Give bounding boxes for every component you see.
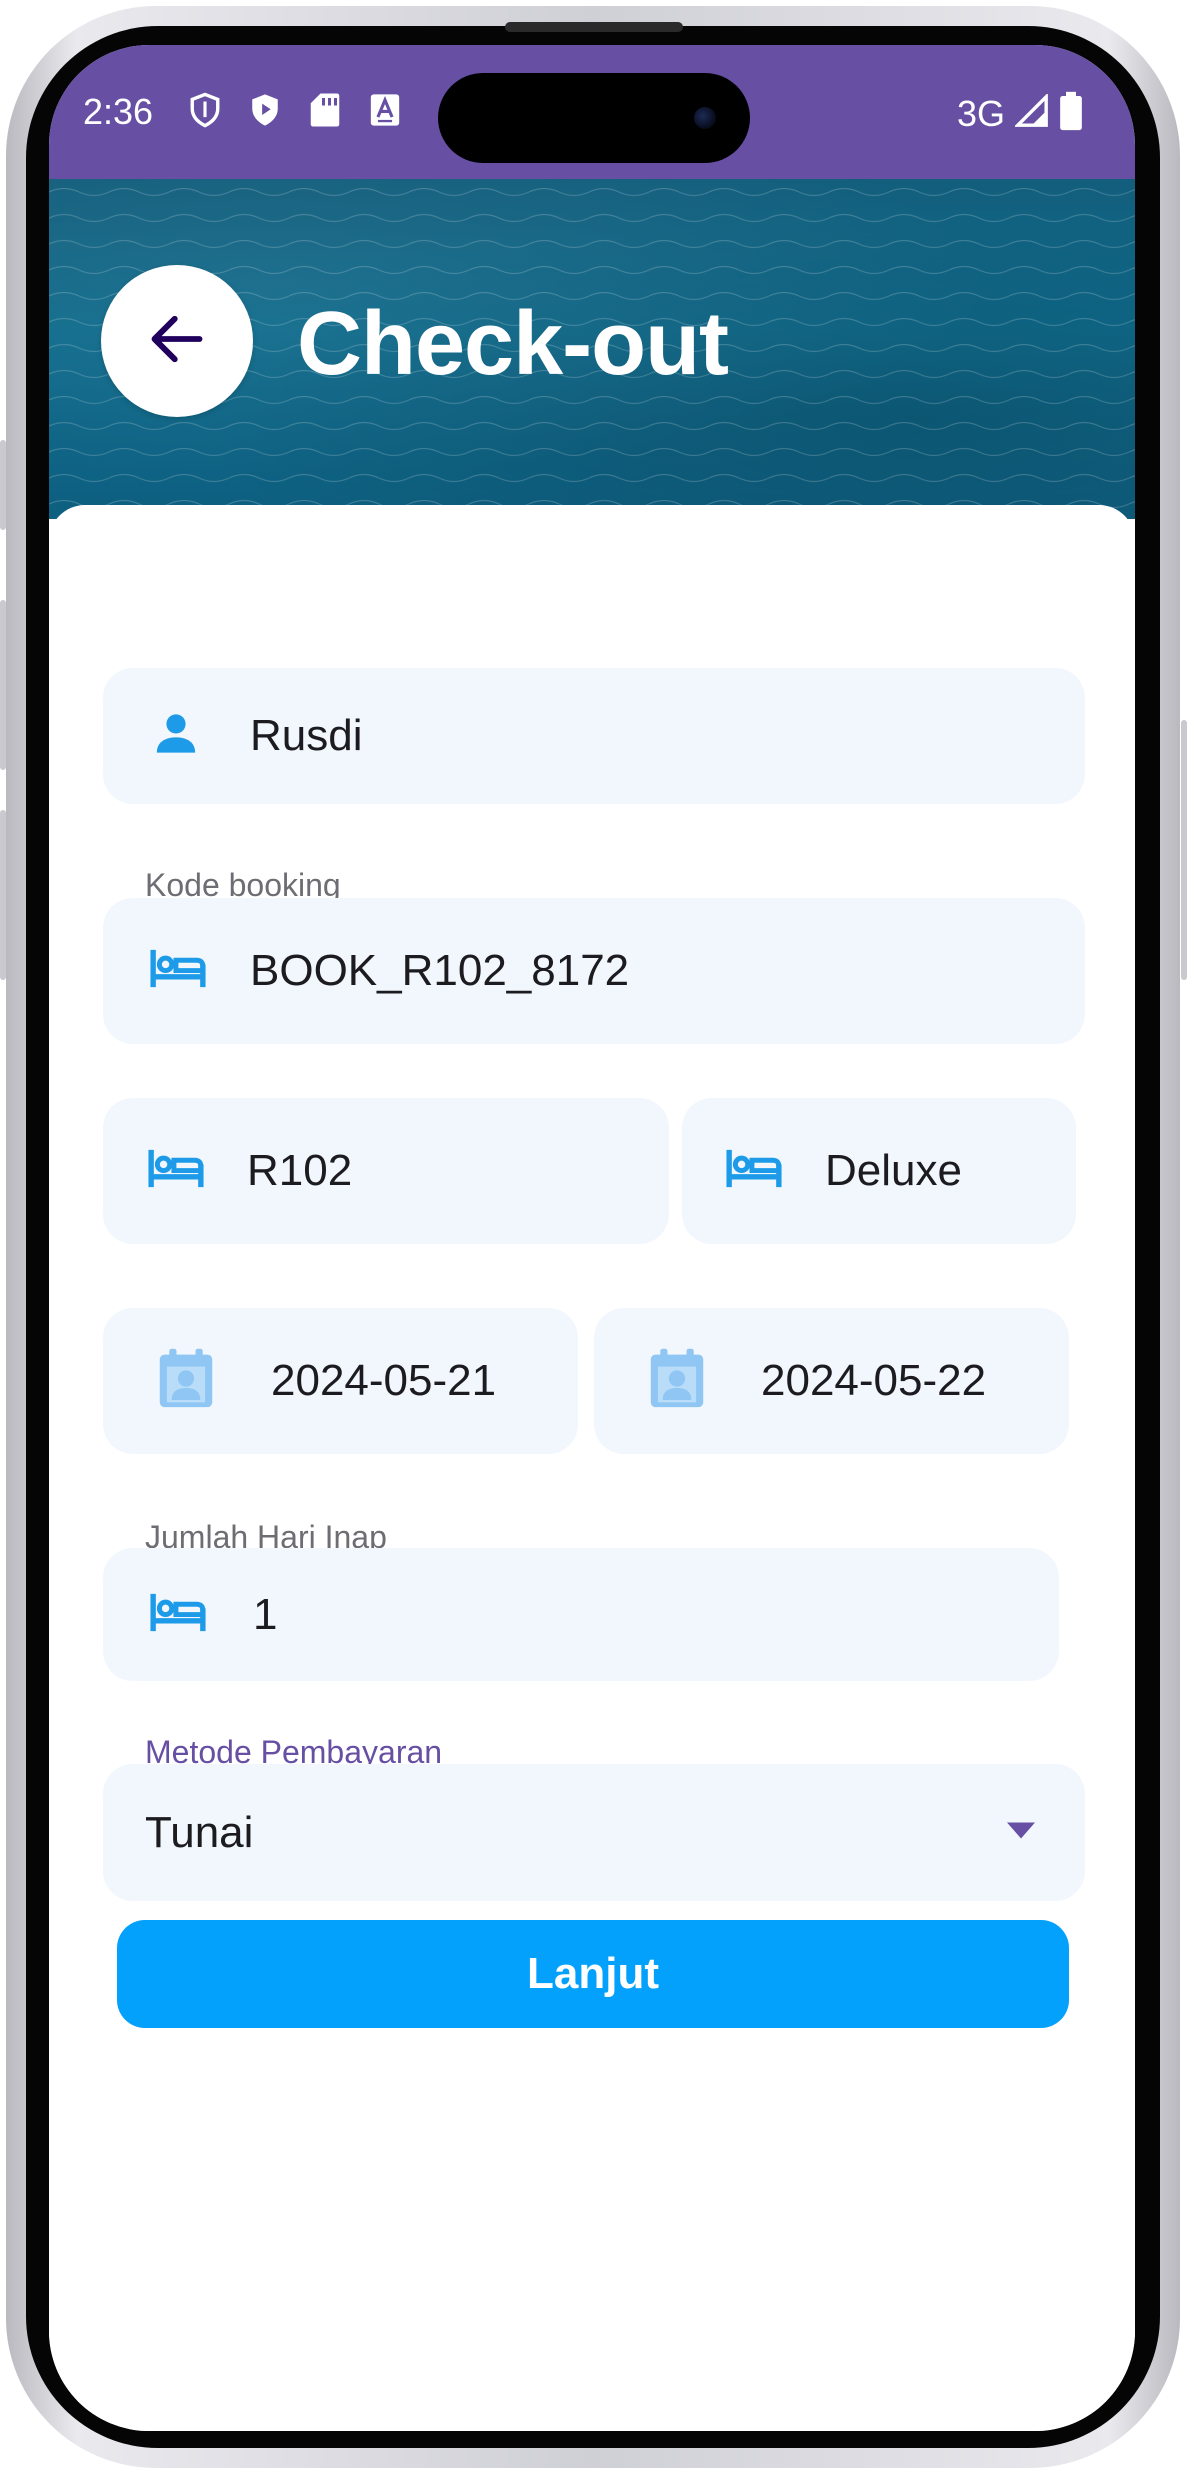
room-number-field[interactable]: R102 [103, 1098, 669, 1244]
nights-value: 1 [253, 1589, 278, 1639]
booking-code-value: BOOK_R102_8172 [250, 946, 630, 995]
bed-icon [149, 947, 207, 996]
bed-icon [725, 1147, 783, 1196]
check-out-date-field[interactable]: 2024-05-22 [594, 1308, 1069, 1454]
payment-method-dropdown[interactable]: Tunai [103, 1764, 1085, 1901]
status-time: 2:36 [83, 91, 154, 132]
font-a-icon [365, 89, 405, 131]
page-title: Check-out [297, 294, 729, 394]
guest-name-field[interactable]: Rusdi [103, 668, 1085, 804]
nights-field[interactable]: 1 [103, 1548, 1059, 1681]
shield-outline-icon [185, 89, 225, 131]
calendar-person-icon [648, 1348, 706, 1415]
status-system-icons: 3G [957, 91, 1083, 136]
app-screen: 2:36 3G Rusdi Kode booking BOOK_R102_817… [49, 45, 1135, 2431]
room-number-value: R102 [247, 1146, 353, 1195]
signal-icon [1013, 92, 1049, 133]
dropdown-arrow-icon [1007, 1822, 1035, 1843]
phone-side-button [1181, 720, 1187, 980]
status-notification-icons [185, 89, 405, 131]
phone-side-button [0, 600, 6, 770]
camera-lens [694, 107, 716, 129]
check-in-date-value: 2024-05-21 [271, 1356, 497, 1405]
calendar-person-icon [157, 1348, 215, 1415]
payment-method-value: Tunai [145, 1807, 254, 1857]
phone-side-button [0, 810, 6, 980]
room-type-field[interactable]: Deluxe [682, 1098, 1076, 1244]
continue-button[interactable]: Lanjut [117, 1920, 1069, 2028]
person-icon [153, 710, 199, 763]
guest-name-value: Rusdi [250, 711, 363, 760]
camera-cutout [438, 73, 750, 163]
back-button[interactable] [101, 265, 253, 417]
phone-speaker [505, 22, 683, 32]
phone-side-button [0, 440, 6, 530]
sd-card-icon [305, 89, 345, 131]
bed-icon [149, 1590, 207, 1639]
battery-icon [1059, 91, 1083, 136]
arrow-left-icon [150, 314, 204, 369]
room-type-value: Deluxe [825, 1146, 962, 1195]
check-out-date-value: 2024-05-22 [761, 1356, 987, 1405]
check-in-date-field[interactable]: 2024-05-21 [103, 1308, 578, 1454]
network-type: 3G [956, 92, 1005, 134]
booking-code-field[interactable]: BOOK_R102_8172 [103, 898, 1085, 1044]
shield-play-icon [245, 89, 285, 131]
status-bar: 2:36 3G [49, 45, 1135, 179]
bed-icon [147, 1147, 205, 1196]
form-sheet: Rusdi Kode booking BOOK_R102_8172 R102 D… [49, 505, 1135, 2431]
